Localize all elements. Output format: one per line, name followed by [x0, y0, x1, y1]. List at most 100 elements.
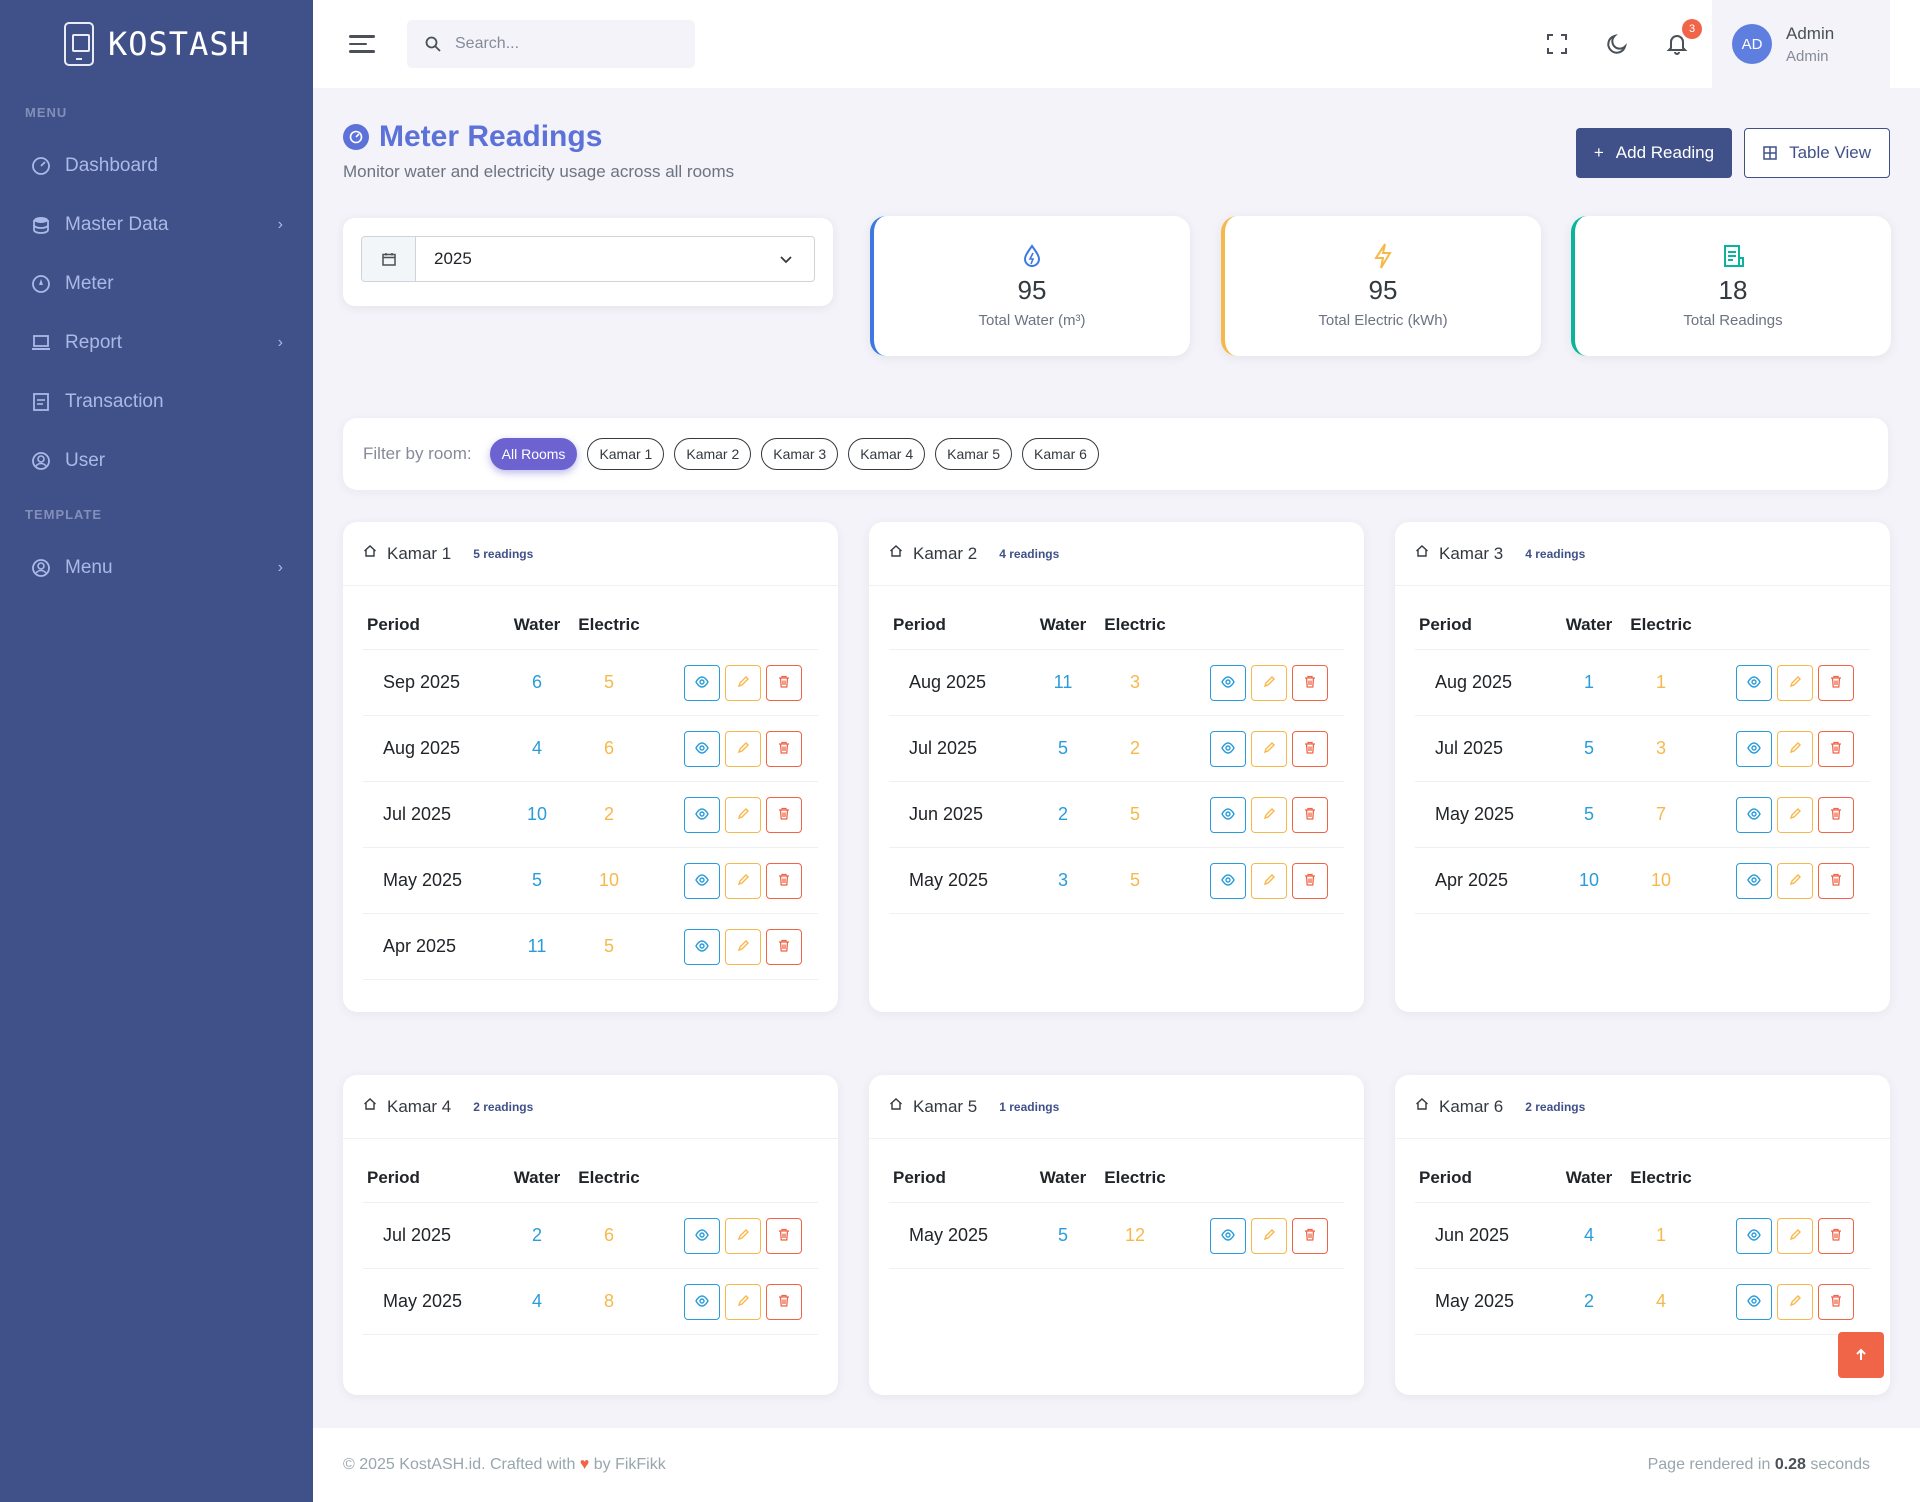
view-button[interactable] — [1736, 1217, 1772, 1254]
edit-button[interactable] — [725, 862, 761, 899]
view-button[interactable] — [1210, 664, 1246, 701]
view-button[interactable] — [1736, 1283, 1772, 1320]
edit-button[interactable] — [725, 796, 761, 833]
cell-water: 11 — [1053, 672, 1073, 692]
edit-button[interactable] — [1251, 1217, 1287, 1254]
edit-button[interactable] — [1251, 796, 1287, 833]
water-drop-icon — [1019, 243, 1045, 269]
edit-button[interactable] — [725, 928, 761, 965]
edit-button[interactable] — [725, 664, 761, 701]
view-button[interactable] — [684, 796, 720, 833]
sidebar-item-transaction[interactable]: Transaction — [0, 372, 313, 431]
column-header-period: Period — [1419, 1167, 1472, 1187]
edit-button[interactable] — [725, 1217, 761, 1254]
add-reading-button[interactable]: + Add Reading — [1575, 128, 1733, 178]
delete-button[interactable] — [1818, 1217, 1854, 1254]
delete-button[interactable] — [1818, 730, 1854, 767]
table-row: Jun 2025 2 5 — [889, 782, 1344, 848]
view-button[interactable] — [1736, 664, 1772, 701]
view-button[interactable] — [1736, 796, 1772, 833]
delete-button[interactable] — [766, 730, 802, 767]
pencil-icon — [737, 1291, 749, 1312]
view-button[interactable] — [1210, 862, 1246, 899]
edit-button[interactable] — [1777, 664, 1813, 701]
delete-button[interactable] — [1292, 796, 1328, 833]
chevron-right-icon: › — [277, 215, 283, 233]
delete-button[interactable] — [1818, 1283, 1854, 1320]
delete-button[interactable] — [766, 862, 802, 899]
brand[interactable]: KOSTASH — [0, 0, 313, 88]
edit-button[interactable] — [1777, 1217, 1813, 1254]
sidebar-item-master-data[interactable]: Master Data › — [0, 195, 313, 254]
view-button[interactable] — [684, 862, 720, 899]
edit-button[interactable] — [1251, 664, 1287, 701]
delete-button[interactable] — [1818, 862, 1854, 899]
view-button[interactable] — [1210, 1217, 1246, 1254]
filter-pill-kamar-6[interactable]: Kamar 6 — [1022, 438, 1099, 470]
filter-pill-kamar-2[interactable]: Kamar 2 — [674, 438, 752, 470]
filter-pill-kamar-4[interactable]: Kamar 4 — [848, 438, 926, 470]
home-icon — [1415, 544, 1429, 563]
footer: © 2025 KostASH.id. Crafted with ♥ by Fik… — [313, 1428, 1920, 1502]
edit-button[interactable] — [1777, 1283, 1813, 1320]
sidebar-item-meter[interactable]: Meter — [0, 254, 313, 313]
edit-button[interactable] — [725, 730, 761, 767]
delete-button[interactable] — [1292, 1217, 1328, 1254]
view-button[interactable] — [1736, 862, 1772, 899]
delete-button[interactable] — [766, 1283, 802, 1320]
dark-mode-icon[interactable] — [1604, 31, 1630, 57]
delete-button[interactable] — [766, 796, 802, 833]
filter-pill-all-rooms[interactable]: All Rooms — [489, 438, 578, 470]
sidebar-item-menu[interactable]: Menu › — [0, 538, 313, 597]
filter-pill-kamar-3[interactable]: Kamar 3 — [761, 438, 839, 470]
view-button[interactable] — [684, 730, 720, 767]
hamburger-menu-icon[interactable] — [349, 35, 375, 53]
edit-button[interactable] — [1251, 730, 1287, 767]
scroll-to-top-button[interactable] — [1838, 1332, 1884, 1378]
brand-name: KOSTASH — [108, 25, 250, 63]
delete-button[interactable] — [1292, 730, 1328, 767]
stat-label: Total Readings — [1683, 312, 1783, 329]
edit-button[interactable] — [1777, 730, 1813, 767]
sidebar-item-report[interactable]: Report › — [0, 313, 313, 372]
view-button[interactable] — [684, 1283, 720, 1320]
edit-button[interactable] — [725, 1283, 761, 1320]
room-card: Kamar 1 5 readings Period Water Electric Sep … — [343, 522, 838, 1012]
view-button[interactable] — [684, 1217, 720, 1254]
edit-button[interactable] — [1777, 796, 1813, 833]
filter-pill-kamar-5[interactable]: Kamar 5 — [935, 438, 1013, 470]
sidebar-item-dashboard[interactable]: Dashboard — [0, 136, 313, 195]
user-menu[interactable]: AD Admin Admin — [1712, 0, 1890, 88]
delete-button[interactable] — [766, 664, 802, 701]
delete-button[interactable] — [766, 1217, 802, 1254]
view-button[interactable] — [1736, 730, 1772, 767]
edit-button[interactable] — [1777, 862, 1813, 899]
notification-bell-icon[interactable]: 3 — [1664, 19, 1702, 57]
view-button[interactable] — [1210, 730, 1246, 767]
filter-pill-kamar-1[interactable]: Kamar 1 — [587, 438, 665, 470]
view-button[interactable] — [684, 928, 720, 965]
pencil-icon — [1789, 870, 1801, 891]
cell-electric: 2 — [1129, 738, 1140, 758]
laptop-icon — [31, 333, 51, 353]
cell-water: 5 — [531, 870, 542, 890]
trash-icon — [1830, 672, 1842, 693]
cell-water: 5 — [1583, 738, 1594, 758]
fullscreen-icon[interactable] — [1544, 31, 1570, 57]
trash-icon — [1304, 672, 1316, 693]
year-value: 2025 — [434, 249, 472, 268]
delete-button[interactable] — [1818, 664, 1854, 701]
delete-button[interactable] — [1292, 862, 1328, 899]
sidebar-item-user[interactable]: User — [0, 431, 313, 490]
view-button[interactable] — [1210, 796, 1246, 833]
view-button[interactable] — [684, 664, 720, 701]
delete-button[interactable] — [1292, 664, 1328, 701]
year-select[interactable]: 2025 — [361, 236, 815, 282]
edit-button[interactable] — [1251, 862, 1287, 899]
delete-button[interactable] — [766, 928, 802, 965]
cell-water: 3 — [1057, 870, 1068, 890]
table-row: Sep 2025 6 5 — [363, 650, 818, 716]
table-view-button[interactable]: Table View — [1744, 128, 1890, 178]
search-input[interactable]: Search... — [407, 20, 695, 68]
delete-button[interactable] — [1818, 796, 1854, 833]
